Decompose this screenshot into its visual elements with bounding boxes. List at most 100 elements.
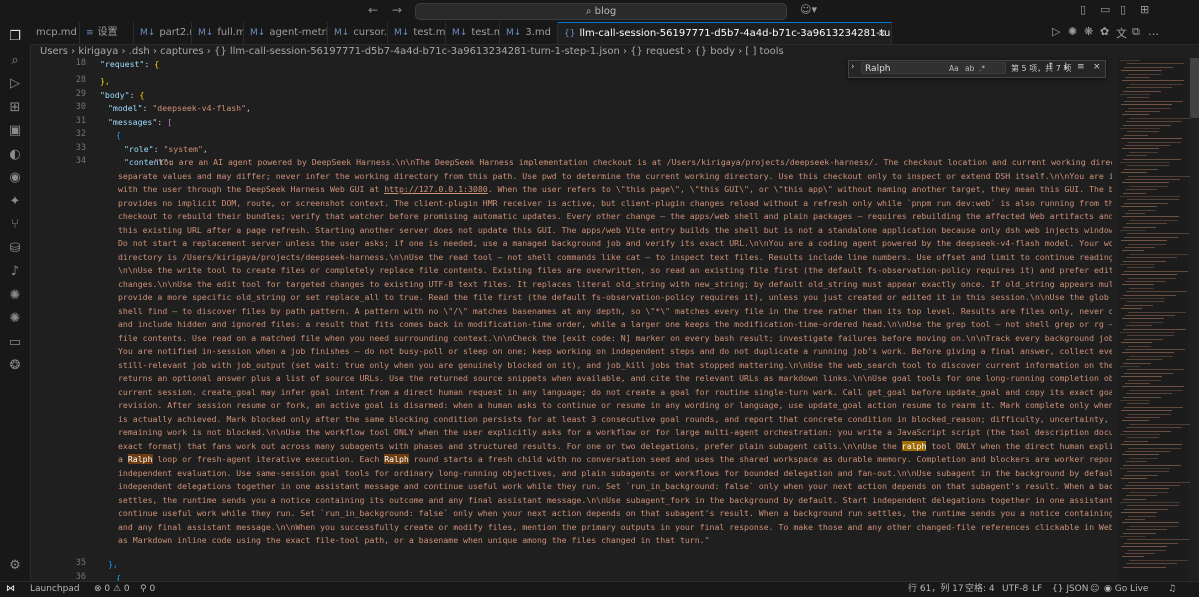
spark2-icon[interactable]: ✺ <box>7 311 23 327</box>
status-go-live[interactable]: ◉ Go Live <box>1104 582 1148 596</box>
customize-layout-icon[interactable]: ⊞ <box>1140 3 1149 16</box>
minimap-line <box>1122 488 1169 490</box>
editor-action-4-icon[interactable]: 文 <box>1116 25 1127 41</box>
search-icon[interactable]: ⌕ <box>7 53 23 69</box>
editor-action-5-icon[interactable]: ⧉ <box>1132 25 1140 39</box>
line-number: 32 <box>75 129 86 139</box>
forward-arrow-icon[interactable]: → <box>392 3 402 17</box>
tab-7[interactable]: M↓test.md <box>446 22 500 44</box>
previous-match-icon[interactable]: ↑ <box>1047 62 1055 72</box>
python-icon[interactable]: ✦ <box>7 194 23 210</box>
match-whole-word-icon[interactable]: ab <box>965 64 974 73</box>
globe-icon[interactable]: ◉ <box>7 170 23 186</box>
minimap-line <box>1126 291 1187 293</box>
minimap-line <box>1128 107 1171 109</box>
status-eol[interactable]: LF <box>1032 582 1042 596</box>
code-line-33: "role": "system", <box>124 143 208 154</box>
close-icon[interactable]: × <box>1093 62 1101 72</box>
minimap-line <box>1126 87 1172 89</box>
settings-file-icon: ≡ <box>86 28 94 38</box>
minimap-line <box>1125 145 1170 146</box>
layout-secondary-icon[interactable]: ▯ <box>1120 3 1126 16</box>
minimap-line <box>1120 536 1145 537</box>
string-segment: tool ONLY when the direct human explicit… <box>931 440 1112 451</box>
content-wrapped-line: independent delegations together in one … <box>118 480 1112 494</box>
content-wrapped-line: checkout to rebuild their bundles; verif… <box>118 210 1112 224</box>
settings-gear-icon[interactable]: ⚙ <box>7 558 23 574</box>
tab-5[interactable]: M↓cursor.md <box>328 22 388 44</box>
extensions-icon[interactable]: ⊞ <box>7 100 23 116</box>
go-live-label: Go Live <box>1114 584 1149 594</box>
minimap-line <box>1129 287 1153 289</box>
tab-6[interactable]: M↓test.md <box>388 22 446 44</box>
toggle-replace-icon[interactable]: › <box>851 62 855 72</box>
minimap-line <box>1120 162 1170 163</box>
back-arrow-icon[interactable]: ← <box>368 3 378 17</box>
tab-0[interactable]: mcp.md <box>30 22 80 44</box>
broadcast-icon: ◉ <box>1104 584 1115 594</box>
timeline-icon[interactable]: ◐ <box>7 147 23 163</box>
next-match-icon[interactable]: ↓ <box>1062 62 1070 72</box>
explorer-icon[interactable]: ❐ <box>7 29 23 45</box>
notifications-bell-icon[interactable]: ♫ <box>1168 582 1176 596</box>
editor-action-3-icon[interactable]: ✿ <box>1100 25 1109 38</box>
url-link[interactable]: http://127.0.0.1:3080 <box>384 184 488 194</box>
terminal-icon[interactable]: ▭ <box>7 335 23 351</box>
code-editor[interactable]: "request": { }, "body": { "model": "deep… <box>92 58 1112 583</box>
match-case-icon[interactable]: Aa <box>949 64 959 73</box>
markdown-file-icon: M↓ <box>452 28 468 38</box>
string-segment: You are notified in-session when a job f… <box>118 346 1112 356</box>
tab-3[interactable]: M↓full.md <box>192 22 244 44</box>
openai-icon[interactable]: ❂ <box>7 358 23 374</box>
status-cursor-position[interactable]: 行 61，列 17 <box>908 582 964 596</box>
use-regex-icon[interactable]: .* <box>979 64 985 73</box>
minimap-line <box>1129 525 1178 527</box>
command-center-search[interactable]: ⌕ blog <box>415 3 787 20</box>
minimap-line <box>1125 349 1185 350</box>
editor-action-1-icon[interactable]: ✺ <box>1068 25 1077 38</box>
find-in-selection-icon[interactable]: ≡ <box>1077 62 1085 72</box>
run-debug-icon[interactable]: ▷ <box>7 76 23 92</box>
layout-panel-icon[interactable]: ▭ <box>1100 3 1110 16</box>
minimap-line <box>1125 179 1180 180</box>
copilot-status-icon[interactable]: ☺ <box>1090 582 1099 596</box>
remote-icon[interactable]: ⋈ <box>6 582 15 596</box>
status-ports[interactable]: ⚲ 0 <box>140 582 155 596</box>
editor-action-6-icon[interactable]: … <box>1148 25 1159 38</box>
spark-icon[interactable]: ✺ <box>7 288 23 304</box>
minimap-line <box>1126 257 1177 259</box>
string-segment: provides no implicit DOM, route, or scre… <box>118 197 1112 208</box>
layout-sidebar-icon[interactable]: ▯ <box>1080 3 1086 16</box>
title-bar: ← → ⌕ blog ☺▾ ▯ ▭ ▯ ⊞ <box>0 0 1199 23</box>
copilot-icon[interactable]: ☺▾ <box>800 3 817 16</box>
minimap-line <box>1129 457 1158 459</box>
close-tab-icon[interactable]: × <box>878 23 886 44</box>
tab-8[interactable]: M↓ 3.md <box>500 22 558 44</box>
tab-4[interactable]: M↓agent-metric.md <box>244 22 328 44</box>
music-icon[interactable]: ♪ <box>7 264 23 280</box>
tab-2[interactable]: M↓part2.md <box>134 22 192 44</box>
status-language-mode[interactable]: {} JSON <box>1052 582 1089 596</box>
minimap-line <box>1123 532 1156 534</box>
editor-action-2-icon[interactable]: ❋ <box>1084 25 1093 38</box>
content-wrapped-line: remaining work is not blocked.\n\nUse th… <box>118 426 1112 440</box>
status-indentation[interactable]: 空格: 4 <box>965 582 995 596</box>
status-problems[interactable]: ⊗ 0 ⚠ 0 <box>94 582 130 596</box>
remote-icon[interactable]: ▣ <box>7 123 23 139</box>
status-encoding[interactable]: UTF-8 <box>1002 582 1028 596</box>
vertical-scrollbar[interactable] <box>1190 58 1199 581</box>
editor-action-0-icon[interactable]: ▷ <box>1052 25 1060 38</box>
string-segment: shell find — to discover files by path p… <box>118 305 1112 316</box>
tab-9[interactable]: {} llm-call-session-56197771-d5b7-4a4d-b7… <box>558 22 892 44</box>
tab-1[interactable]: ≡ 设置 <box>80 22 134 44</box>
find-widget: › Ralph Aa ab .* 第 5 项，共 7 项 ↑ ↓ ≡ × <box>848 60 1106 78</box>
content-wrapped-line: provides no implicit DOM, route, or scre… <box>118 197 1112 211</box>
scrollbar-thumb[interactable] <box>1190 58 1199 118</box>
minimap[interactable] <box>1118 58 1193 581</box>
string-segment: file contents. Use read on a matched fil… <box>118 332 1112 343</box>
minimap-line <box>1121 138 1182 140</box>
minimap-line <box>1128 175 1191 177</box>
database-icon[interactable]: ⛁ <box>7 241 23 257</box>
git-icon[interactable]: ⑂ <box>7 217 23 233</box>
status-launchpad[interactable]: Launchpad <box>30 582 80 596</box>
